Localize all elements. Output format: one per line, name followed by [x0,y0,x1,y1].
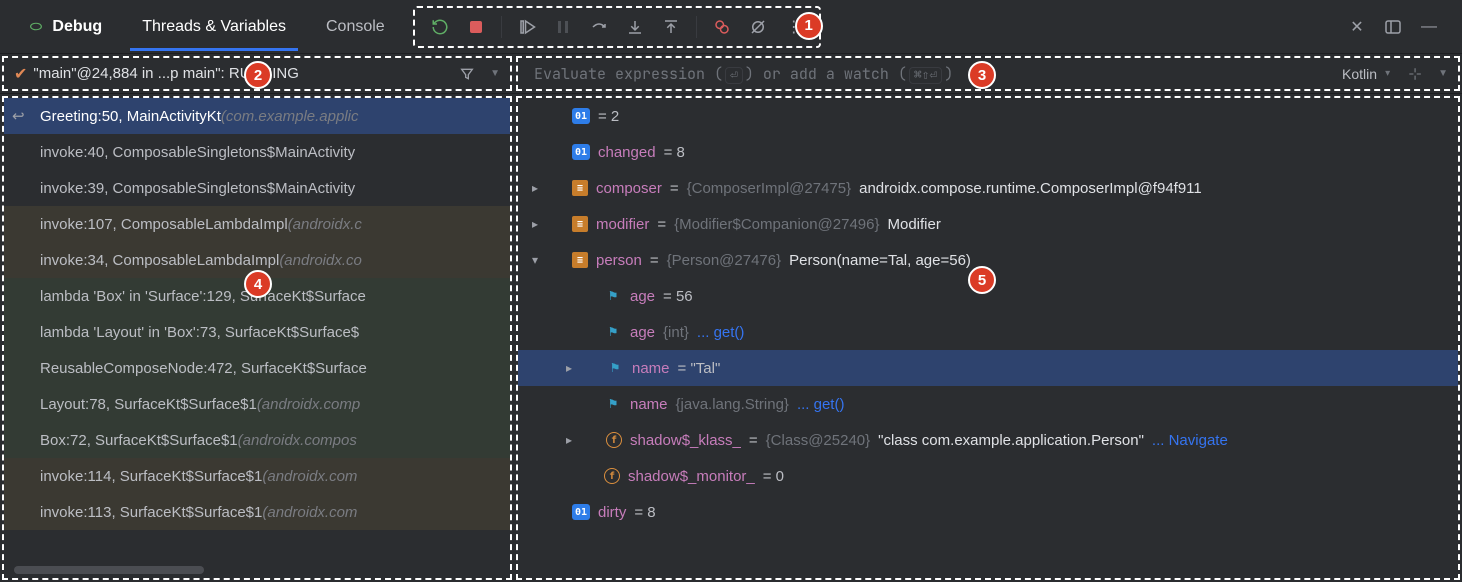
evaluate-expression-input[interactable]: Evaluate expression (⏎) or add a watch (… [528,64,1336,84]
variable-row[interactable]: ▸▸ ≡ modifier = {Modifier$Companion@2749… [518,206,1458,242]
expand-icon[interactable]: ▸ [528,217,542,231]
debug-toolbar: ⋮ 1 [413,6,821,48]
object-icon: ≡ [572,180,588,196]
frame-row[interactable]: Box:72, SurfaceKt$Surface$1 (androidx.co… [4,422,510,458]
variable-row[interactable]: ▸▸ 01 = 2 [518,98,1458,134]
pause-button[interactable] [550,14,576,40]
expand-icon[interactable]: ▸ [562,433,576,447]
add-watch-icon[interactable]: ⊹ [1402,61,1428,87]
frame-row[interactable]: invoke:40, ComposableSingletons$MainActi… [4,134,510,170]
expand-icon[interactable]: ▸ [528,181,542,195]
variable-row[interactable]: ▸▸ ≡ composer = {ComposerImpl@27475} and… [518,170,1458,206]
frame-row[interactable]: invoke:113, SurfaceKt$Surface$1 (android… [4,494,510,530]
primitive-icon: 01 [572,108,590,124]
check-icon: ✔ [14,64,27,84]
collapse-icon[interactable]: ▾ [528,253,542,267]
variable-row[interactable]: ▸▸ 01 changed = 8 [518,134,1458,170]
variable-row[interactable]: ▸ f shadow$_monitor_ = 0 [518,458,1458,494]
chevron-down-icon: ▾ [1385,68,1390,79]
separator [696,16,697,38]
variable-row[interactable]: ▸▸ 01 dirty = 8 [518,494,1458,530]
callout-5: 5 [968,266,996,294]
frame-row[interactable]: ↩ Greeting:50, MainActivityKt (com.examp… [4,98,510,134]
variables-panel: ▸▸ 01 = 2 ▸▸ 01 changed = 8 ▸▸ ≡ compose… [516,96,1460,580]
rerun-button[interactable] [427,14,453,40]
mute-breakpoints-button[interactable] [745,14,771,40]
filter-icon[interactable] [454,61,480,87]
variable-row[interactable]: ▸ ▸ ⚑ name = "Tal" [518,350,1458,386]
frame-row[interactable]: ReusableComposeNode:472, SurfaceKt$Surfa… [4,350,510,386]
final-field-icon: f [606,432,622,448]
step-out-button[interactable] [658,14,684,40]
close-icon[interactable]: ✕ [1344,14,1370,40]
view-breakpoints-button[interactable] [709,14,735,40]
callout-1: 1 [795,12,823,40]
tab-console-label: Console [326,18,385,35]
variable-row[interactable]: ▸ ⚑ name {java.lang.String} ... get() [518,386,1458,422]
bug-icon: ⬭ [30,18,42,34]
tab-threads-variables[interactable]: Threads & Variables [122,4,306,50]
field-icon: ⚑ [606,360,624,376]
final-field-icon: f [604,468,620,484]
tab-console[interactable]: Console [306,4,405,50]
get-link[interactable]: ... get() [697,324,745,341]
expand-icon[interactable]: ▸ [562,361,576,375]
frame-row[interactable]: invoke:114, SurfaceKt$Surface$1 (android… [4,458,510,494]
object-icon: ≡ [572,252,588,268]
callout-4: 4 [244,270,272,298]
language-selector[interactable]: Kotlin ▾ [1342,66,1390,82]
navigate-link[interactable]: ... Navigate [1152,432,1228,449]
frame-row[interactable]: lambda 'Layout' in 'Box':73, SurfaceKt$S… [4,314,510,350]
resume-button[interactable] [514,14,540,40]
get-link[interactable]: ... get() [797,396,845,413]
step-over-button[interactable] [586,14,612,40]
variable-row[interactable]: ▸ ▸ f shadow$_klass_ = {Class@25240} "cl… [518,422,1458,458]
frame-row[interactable]: Layout:78, SurfaceKt$Surface$1 (androidx… [4,386,510,422]
separator [501,16,502,38]
step-into-button[interactable] [622,14,648,40]
thread-selector[interactable]: ✔ "main"@24,884 in ...p main": RUNNING 2… [2,56,512,91]
evaluate-expression-bar[interactable]: Evaluate expression (⏎) or add a watch (… [516,56,1460,91]
tab-debug[interactable]: ⬭ Debug [10,4,122,50]
frame-row[interactable]: invoke:107, ComposableLambdaImpl (androi… [4,206,510,242]
horizontal-scrollbar[interactable] [14,566,204,574]
primitive-icon: 01 [572,144,590,160]
stop-button[interactable] [463,14,489,40]
field-icon: ⚑ [604,324,622,340]
tab-threads-label: Threads & Variables [142,18,286,35]
minimize-icon[interactable]: — [1416,14,1442,40]
frame-row[interactable]: invoke:39, ComposableSingletons$MainActi… [4,170,510,206]
frames-panel: ↩ Greeting:50, MainActivityKt (com.examp… [2,96,512,580]
object-icon: ≡ [572,216,588,232]
tab-debug-label: Debug [52,18,102,35]
callout-3: 3 [968,61,996,89]
chevron-down-icon[interactable]: ▼ [1438,68,1448,79]
callout-2: 2 [244,61,272,89]
variable-row[interactable]: ▸ ⚑ age {int} ... get() [518,314,1458,350]
field-icon: ⚑ [604,396,622,412]
chevron-down-icon[interactable]: ▼ [490,68,500,79]
layout-icon[interactable] [1380,14,1406,40]
primitive-icon: 01 [572,504,590,520]
field-icon: ⚑ [604,288,622,304]
back-arrow-icon[interactable]: ↩ [12,107,25,125]
